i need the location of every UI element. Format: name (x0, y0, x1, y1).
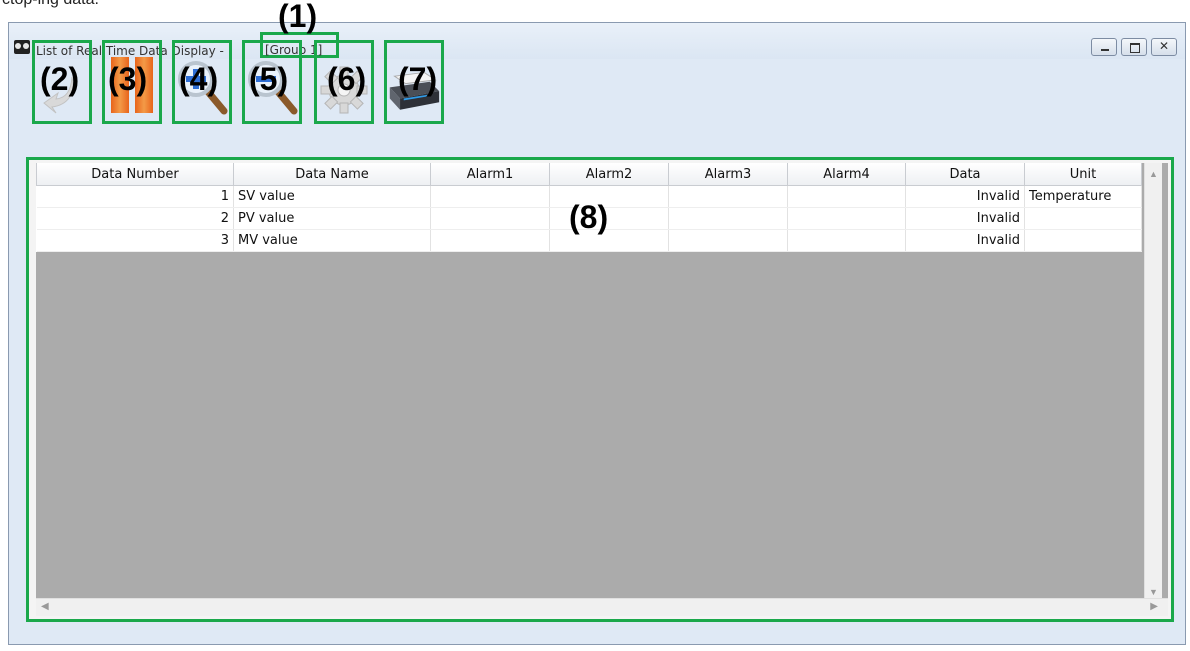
callout-1: (1) (278, 0, 318, 34)
column-header[interactable]: Alarm2 (549, 163, 669, 186)
alarm2-cell (549, 207, 669, 230)
maximize-icon[interactable] (1121, 38, 1147, 56)
callout-8: (8) (569, 199, 609, 235)
unit-cell (1024, 229, 1142, 252)
data-value-cell: Invalid (905, 207, 1025, 230)
column-header[interactable]: Data (905, 163, 1025, 186)
column-header[interactable]: Unit (1024, 163, 1142, 186)
column-header[interactable]: Alarm1 (430, 163, 550, 186)
column-header[interactable]: Data Name (233, 163, 431, 186)
alarm1-cell (430, 207, 550, 230)
scroll-left-icon[interactable]: ◀ (41, 601, 49, 612)
horizontal-scrollbar[interactable]: ◀ ▶ (36, 598, 1168, 616)
callout-4: (4) (179, 61, 219, 97)
alarm2-cell (549, 229, 669, 252)
callout-2: (2) (40, 61, 80, 97)
alarm4-cell (787, 185, 906, 208)
data-number-cell: 1 (36, 185, 234, 208)
callout-5: (5) (249, 61, 289, 97)
window-controls (1091, 38, 1177, 56)
vertical-scrollbar[interactable]: ▲ ▼ (1144, 163, 1162, 603)
data-name-cell: PV value (233, 207, 431, 230)
alarm2-cell (549, 185, 669, 208)
column-header[interactable]: Alarm4 (787, 163, 906, 186)
alarm1-cell (430, 185, 550, 208)
unit-cell: Temperature (1024, 185, 1142, 208)
data-value-cell: Invalid (905, 229, 1025, 252)
unit-cell (1024, 207, 1142, 230)
data-number-cell: 3 (36, 229, 234, 252)
column-header[interactable]: Data Number (36, 163, 234, 186)
data-number-cell: 2 (36, 207, 234, 230)
data-name-cell: SV value (233, 185, 431, 208)
callout-7: (7) (398, 61, 438, 97)
page-caption: ctop-ing data. (2, 0, 99, 9)
alarm3-cell (668, 229, 788, 252)
scroll-up-icon[interactable]: ▲ (1149, 169, 1158, 179)
data-name-cell: MV value (233, 229, 431, 252)
alarm1-cell (430, 229, 550, 252)
close-icon[interactable] (1151, 38, 1177, 56)
callout-6: (6) (327, 61, 367, 97)
data-value-cell: Invalid (905, 185, 1025, 208)
scroll-down-icon[interactable]: ▼ (1149, 587, 1158, 597)
alarm3-cell (668, 207, 788, 230)
column-header[interactable]: Alarm3 (668, 163, 788, 186)
alarm3-cell (668, 185, 788, 208)
scroll-right-icon[interactable]: ▶ (1150, 601, 1158, 612)
minimize-icon[interactable] (1091, 38, 1117, 56)
callout-3: (3) (108, 61, 148, 97)
alarm4-cell (787, 229, 906, 252)
alarm4-cell (787, 207, 906, 230)
table-header-row: Data Number Data Name Alarm1 Alarm2 Alar… (36, 163, 1142, 186)
